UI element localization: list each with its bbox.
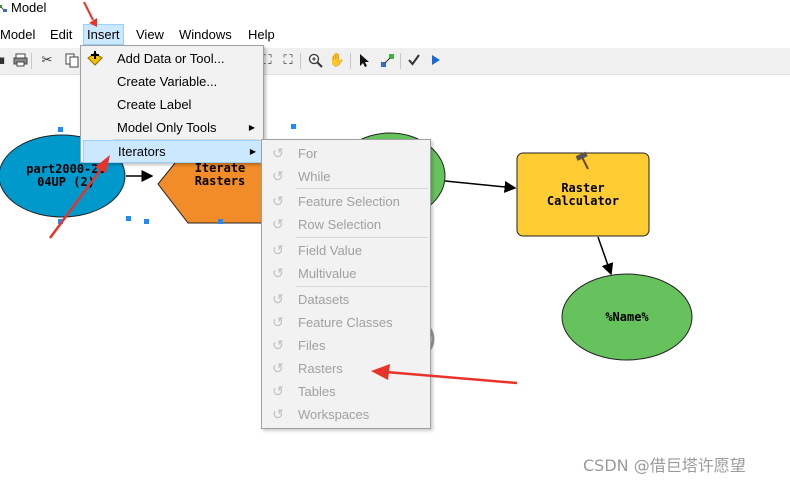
iterator-item-rasters[interactable]: ↺ Rasters	[264, 357, 428, 380]
selection-handle[interactable]	[218, 219, 223, 224]
model-window-icon	[0, 5, 7, 12]
iterator-item-label: Files	[298, 338, 326, 353]
iterator-item-label: Multivalue	[298, 266, 357, 281]
menu-item-label: Add Data or Tool...	[117, 51, 225, 66]
iterator-item-tables[interactable]: ↺ Tables	[264, 380, 428, 403]
selection-handle[interactable]	[126, 216, 131, 221]
iterator-item-while[interactable]: ↺ While	[264, 165, 428, 188]
menu-bar: Model Edit Insert View Windows Help	[0, 22, 790, 46]
menu-item-label: Model Only Tools	[117, 120, 217, 135]
zoom-in-icon[interactable]	[306, 51, 324, 69]
iterator-cycle-icon: ↺	[272, 383, 284, 399]
validate-checkmark-icon[interactable]	[405, 51, 423, 69]
iterator-item-label: Tables	[298, 384, 336, 399]
iterator-cycle-icon: ↺	[272, 216, 284, 232]
iterator-item-label: Row Selection	[298, 217, 382, 232]
iterator-cycle-icon: ↺	[272, 360, 284, 376]
iterator-item-label: Field Value	[298, 243, 363, 258]
selection-handle[interactable]	[58, 219, 63, 224]
iterator-item-label: Feature Selection	[298, 194, 400, 209]
iterator-cycle-icon: ↺	[272, 291, 284, 307]
input-node-label: part2000-20 04UP (2)	[10, 163, 122, 189]
fit-to-window-icon[interactable]: ⛶	[279, 51, 297, 69]
iterator-item-label: Feature Classes	[298, 315, 393, 330]
tool-node-label-line2: Calculator	[546, 194, 620, 208]
menu-item-label: Iterators	[118, 144, 166, 159]
add-connection-icon[interactable]	[378, 51, 396, 69]
menu-item-label: Create Label	[117, 97, 192, 112]
run-icon[interactable]	[427, 51, 445, 69]
menu-item-iterators[interactable]: Iterators ▶	[83, 140, 263, 163]
menu-insert[interactable]: Insert	[83, 24, 124, 45]
input-node-label-line2: 04UP (2)	[37, 175, 95, 189]
menu-item-label: Create Variable...	[117, 74, 218, 89]
cut-icon[interactable]: ✂	[38, 51, 56, 69]
connector-value-tool	[444, 180, 517, 193]
select-pointer-icon[interactable]	[356, 51, 374, 69]
iterator-item-label: Workspaces	[298, 407, 370, 422]
iterator-item-files[interactable]: ↺ Files	[264, 334, 428, 357]
connector-tool-output	[597, 236, 614, 276]
menu-help[interactable]: Help	[245, 25, 278, 44]
iterator-item-row-selection[interactable]: ↺ Row Selection	[264, 213, 428, 236]
iterator-item-feature-selection[interactable]: ↺ Feature Selection	[264, 190, 428, 213]
iterator-node-label: Iterate Rasters	[180, 162, 260, 188]
menu-windows[interactable]: Windows	[176, 25, 235, 44]
iterator-cycle-icon: ↺	[272, 168, 284, 184]
iterator-cycle-icon: ↺	[272, 314, 284, 330]
output-node-label: %Name%	[605, 310, 649, 324]
iterator-cycle-icon: ↺	[272, 406, 284, 422]
menu-item-create-label[interactable]: Create Label	[83, 94, 261, 116]
save-icon[interactable]: ▪	[0, 51, 10, 69]
iterators-submenu: ↺ For ↺ While ↺ Feature Selection ↺ Row …	[261, 139, 431, 429]
menu-edit[interactable]: Edit	[47, 25, 75, 44]
iterator-cycle-icon: ↺	[272, 242, 284, 258]
print-icon[interactable]	[11, 51, 29, 69]
title-bar: Model	[0, 0, 790, 18]
iterator-item-field-value[interactable]: ↺ Field Value	[264, 239, 428, 262]
insert-dropdown-menu: Add Data or Tool... Create Variable... C…	[80, 45, 264, 163]
submenu-arrow-icon: ▶	[248, 123, 255, 132]
iterator-item-feature-classes[interactable]: ↺ Feature Classes	[264, 311, 428, 334]
tool-node-label: Raster Calculator	[527, 182, 639, 208]
selection-handle[interactable]	[144, 219, 149, 224]
iterator-item-workspaces[interactable]: ↺ Workspaces	[264, 403, 428, 426]
iterator-item-label: While	[298, 169, 331, 184]
selection-handle[interactable]	[58, 127, 63, 132]
iterator-item-multivalue[interactable]: ↺ Multivalue	[264, 262, 428, 285]
watermark-text: CSDN @借巨塔许愿望	[583, 456, 746, 475]
iterator-cycle-icon: ↺	[272, 265, 284, 281]
iterator-node-label-line2: Rasters	[194, 174, 246, 188]
iterator-cycle-icon: ↺	[272, 145, 284, 161]
iterator-item-label: Rasters	[298, 361, 343, 376]
menu-item-create-variable[interactable]: Create Variable...	[83, 71, 261, 93]
pan-hand-icon[interactable]: ✋	[328, 51, 346, 69]
iterator-item-datasets[interactable]: ↺ Datasets	[264, 288, 428, 311]
iterator-cycle-icon: ↺	[272, 337, 284, 353]
selection-handle[interactable]	[291, 124, 296, 129]
submenu-arrow-icon: ▶	[249, 147, 256, 156]
menu-item-add-data-or-tool[interactable]: Add Data or Tool...	[83, 48, 261, 70]
iterator-cycle-icon: ↺	[272, 193, 284, 209]
iterator-item-label: Datasets	[298, 292, 350, 307]
menu-view[interactable]: View	[133, 25, 167, 44]
iterator-item-label: For	[298, 146, 318, 161]
iterator-item-for[interactable]: ↺ For	[264, 142, 428, 165]
menu-model[interactable]: Model	[0, 25, 38, 44]
menu-item-model-only-tools[interactable]: Model Only Tools ▶	[83, 117, 261, 139]
window-title: Model	[11, 0, 47, 15]
copy-icon[interactable]	[63, 51, 81, 69]
